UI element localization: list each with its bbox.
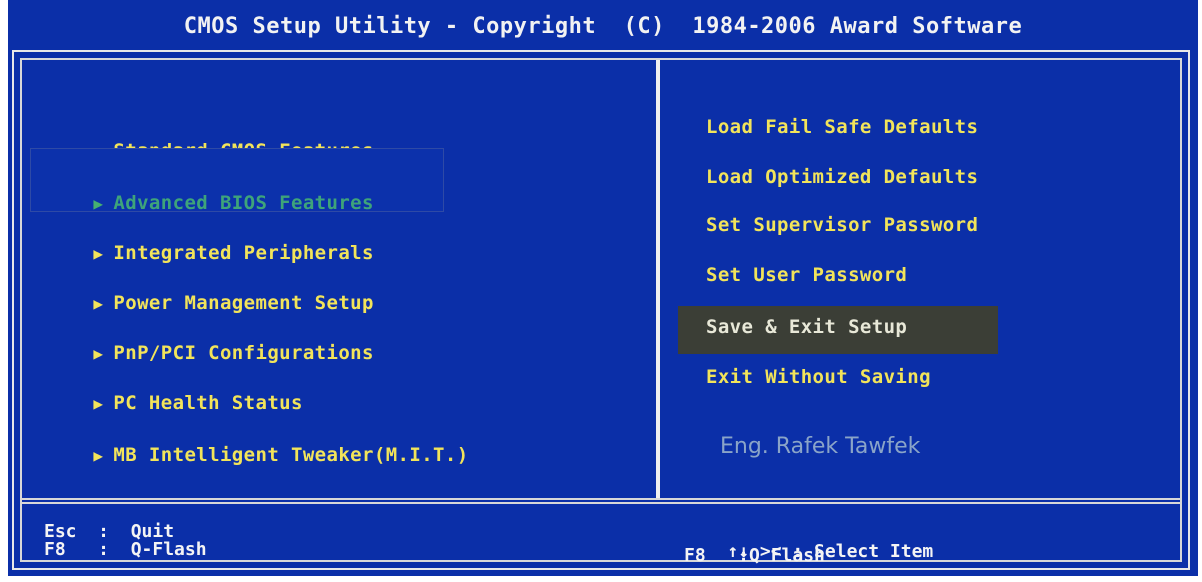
menu-mb-intelligent-tweaker[interactable]: ▶ MB Intelligent Tweaker(M.I.T.) [46,422,469,488]
footer-f8-qflash: F8 : Q-Flash [44,539,207,560]
triangle-right-icon: ▶ [93,244,104,263]
bios-screen: CMOS Setup Utility - Copyright (C) 1984-… [8,0,1198,576]
menu-exit-without-saving[interactable]: Exit Without Saving [706,366,931,388]
triangle-right-icon: ▶ [93,344,104,363]
watermark-text: Eng. Rafek Tawfek [720,434,921,459]
menu-save-exit-setup[interactable]: Save & Exit Setup [706,316,907,338]
triangle-right-icon: ▶ [93,446,104,465]
title-bar: CMOS Setup Utility - Copyright (C) 1984-… [183,13,1023,39]
footer-f8-q-flash-right: F8 :Q Flash [684,545,825,566]
triangle-right-icon: ▶ [93,394,104,413]
menu-load-fail-safe-defaults[interactable]: Load Fail Safe Defaults [706,116,978,138]
triangle-right-icon: ▶ [93,294,104,313]
menu-set-supervisor-password[interactable]: Set Supervisor Password [706,214,978,236]
horizontal-divider [20,498,1182,504]
triangle-right-icon: ▶ [93,194,104,213]
menu-set-user-password[interactable]: Set User Password [706,264,907,286]
vertical-divider [656,60,660,500]
menu-load-optimized-defaults[interactable]: Load Optimized Defaults [706,166,978,188]
